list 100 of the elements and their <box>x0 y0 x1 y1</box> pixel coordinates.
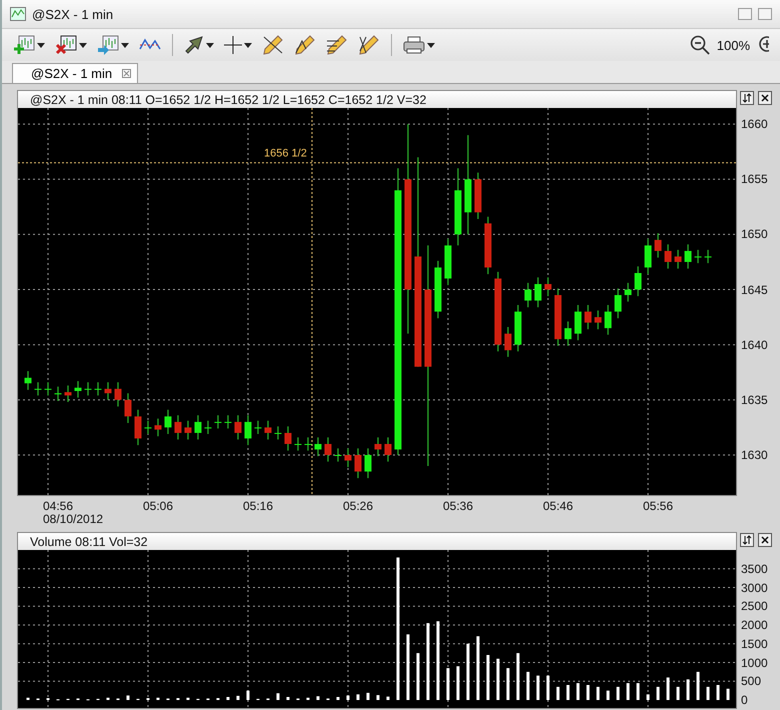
close-pane-button[interactable] <box>758 91 772 105</box>
swap-pane-button[interactable] <box>740 91 754 105</box>
pencil-icon <box>326 35 348 55</box>
volume-bar <box>156 698 160 700</box>
price-axis-label: 1655 <box>741 172 768 186</box>
volume-axis-label: 2500 <box>741 599 768 614</box>
volume-bar <box>246 690 250 700</box>
volume-pane-header: Volume 08:11 Vol=32 <box>18 533 736 550</box>
time-axis-label: 05:16 <box>243 500 274 513</box>
candlestick <box>364 448 372 479</box>
volume-bar <box>186 698 190 700</box>
candlestick <box>194 414 202 440</box>
candlestick <box>274 426 282 440</box>
volume-bar <box>696 672 700 700</box>
volume-bar <box>236 696 240 700</box>
volume-bar <box>356 694 360 700</box>
volume-bar <box>606 690 610 700</box>
candlestick <box>354 448 362 479</box>
close-pane-button[interactable] <box>758 533 772 547</box>
candlestick <box>704 249 712 264</box>
price-axis-label: 1640 <box>741 338 768 352</box>
candlestick <box>614 288 622 319</box>
volume-bar <box>486 655 490 700</box>
close-icon <box>761 94 769 102</box>
caret-icon <box>206 42 214 48</box>
price-axis-label: 1630 <box>741 448 768 462</box>
volume-bar <box>496 658 500 700</box>
candlestick <box>624 282 632 302</box>
candlestick <box>504 326 512 358</box>
candlestick <box>114 382 122 407</box>
candlestick <box>314 436 322 457</box>
crosshair-icon <box>224 36 242 54</box>
volume-bar <box>726 688 730 700</box>
volume-bar <box>516 653 520 700</box>
volume-bar <box>386 696 390 700</box>
time-axis-label: 05:36 <box>443 500 474 513</box>
close-icon[interactable] <box>122 69 132 78</box>
candlestick <box>604 304 612 336</box>
volume-bar <box>626 683 630 700</box>
volume-bar <box>226 697 230 700</box>
volume-bar <box>686 679 690 700</box>
volume-bar <box>536 676 540 700</box>
candlestick <box>574 304 582 341</box>
candlestick <box>134 409 142 446</box>
volume-bar <box>306 698 310 700</box>
candlestick <box>484 216 492 275</box>
candlestick <box>204 420 212 435</box>
volume-bar <box>446 668 450 700</box>
swap-pane-button[interactable] <box>740 533 754 547</box>
volume-bar <box>316 696 320 700</box>
volume-axis-label: 1000 <box>741 656 768 670</box>
volume-bar <box>546 676 550 700</box>
up-down-arrows-icon <box>742 535 752 545</box>
candlestick <box>154 418 162 437</box>
volume-bar <box>476 636 480 700</box>
volume-bar <box>716 685 720 700</box>
volume-axis-label: 3500 <box>741 562 768 576</box>
time-axis-label: 05:56 <box>643 500 674 513</box>
minimize-button[interactable] <box>738 8 752 20</box>
price-pane-header: @S2X - 1 min 08:11 O=1652 1/2 H=1652 1/2 L=1652 C=1652 1/2 V=32 <box>18 91 736 108</box>
maximize-button[interactable] <box>758 8 772 20</box>
close-icon <box>761 536 769 544</box>
candlestick <box>254 420 262 435</box>
candlestick <box>324 436 332 462</box>
candlestick <box>434 260 442 319</box>
chart-plus-icon <box>13 35 35 55</box>
zoom-out-icon <box>690 35 710 55</box>
volume-axis-label: 0 <box>741 693 748 707</box>
volume-bar <box>616 686 620 700</box>
candlestick <box>684 244 692 270</box>
candlestick <box>94 382 102 396</box>
candlestick <box>444 238 452 286</box>
candlestick <box>234 414 242 440</box>
volume-bar <box>636 683 640 700</box>
candlestick <box>524 282 532 308</box>
caret-icon <box>37 42 45 48</box>
time-axis-label: 04:56 <box>43 500 74 513</box>
volume-bar <box>506 668 510 700</box>
candlestick <box>634 266 642 297</box>
candlestick <box>54 386 62 402</box>
candlestick <box>64 385 72 403</box>
candlestick <box>214 414 222 430</box>
chart-arrow-icon <box>97 35 119 55</box>
volume-bar <box>526 672 530 700</box>
candlestick <box>224 414 232 430</box>
chart-window-icon <box>10 7 26 21</box>
candlestick <box>74 380 82 398</box>
volume-bar <box>586 685 590 700</box>
chart-tab[interactable]: @S2X - 1 min <box>12 63 138 83</box>
candlestick <box>644 238 652 275</box>
volume-bar <box>376 695 380 700</box>
candlestick <box>184 420 192 440</box>
candlestick <box>294 436 302 452</box>
candlestick <box>374 436 382 457</box>
candlestick <box>244 414 252 446</box>
candlestick <box>174 414 182 440</box>
zoom-in-icon <box>757 35 769 55</box>
price-axis-label: 1650 <box>741 227 768 242</box>
printer-icon <box>403 36 425 54</box>
candlestick <box>344 448 352 468</box>
